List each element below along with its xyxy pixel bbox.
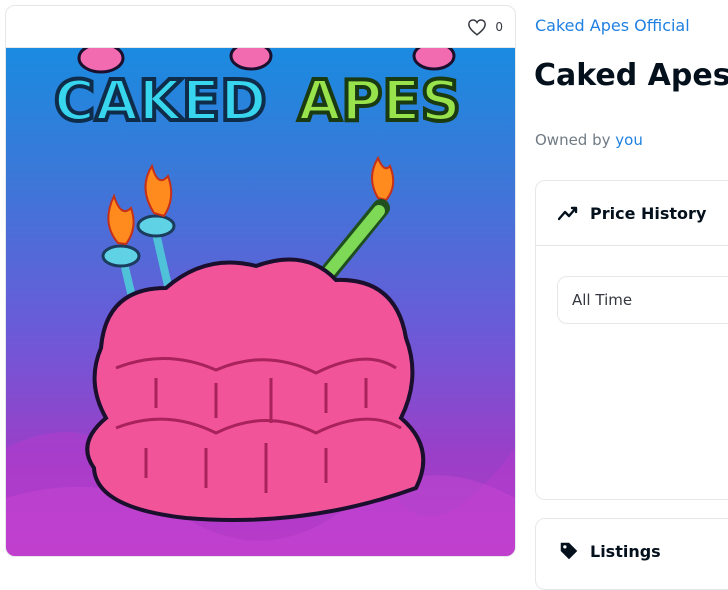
trending-chart-icon <box>558 206 578 221</box>
listings-header[interactable]: Listings <box>536 519 728 583</box>
owner-line: Owned by you <box>535 131 643 149</box>
price-history-title: Price History <box>590 203 707 223</box>
nft-artwork: CAKED APES <box>6 48 515 556</box>
price-history-header[interactable]: Price History <box>536 181 728 246</box>
media-card-header: 0 <box>6 6 515 48</box>
owner-link[interactable]: you <box>615 131 643 149</box>
time-range-select[interactable]: All Time <box>557 276 728 324</box>
listings-title: Listings <box>590 541 661 561</box>
time-range-value: All Time <box>572 291 633 309</box>
heart-icon <box>468 18 487 36</box>
tag-icon <box>560 542 578 560</box>
artwork-title-lettering: CAKED APES <box>52 48 463 136</box>
artwork-title-left: CAKED <box>54 69 267 134</box>
item-title: Caked Apes <box>534 58 728 93</box>
collection-link[interactable]: Caked Apes Official <box>535 16 690 35</box>
owner-prefix: Owned by <box>535 131 611 149</box>
favorite-count: 0 <box>495 19 503 34</box>
artwork-title-right: APES <box>298 69 461 134</box>
item-media-card: 0 CAKED APES <box>5 5 516 557</box>
favorite-button[interactable]: 0 <box>467 18 503 36</box>
listings-panel: Listings <box>535 518 728 590</box>
price-history-panel: Price History All Time <box>535 180 728 500</box>
